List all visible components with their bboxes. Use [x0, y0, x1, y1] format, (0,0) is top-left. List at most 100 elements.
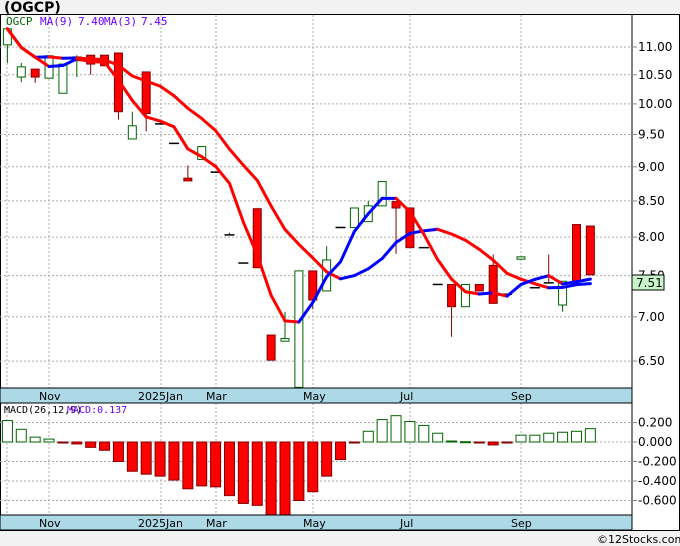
macd-bar — [265, 441, 277, 516]
macd-bar — [112, 441, 124, 462]
candle-body — [127, 125, 137, 140]
macd-bar — [29, 436, 41, 443]
legend-ma3-label: MA(3) — [104, 15, 137, 28]
macd-tick-label: 0.000 — [638, 435, 672, 449]
macd-bar — [321, 441, 333, 477]
candle — [585, 225, 595, 276]
ma9-segment — [422, 227, 440, 233]
legend-ma3-value: 7.45 — [141, 15, 168, 28]
macd-bar — [432, 432, 444, 443]
y-tick-label: 7.00 — [638, 310, 665, 324]
y-tick-label: 10.00 — [638, 97, 672, 111]
copyright: ©12Stocks.com — [597, 533, 680, 546]
y-tick-label: 9.00 — [638, 160, 665, 174]
legend-price: OGCP MA(9) 7.40 MA(3) 7.45 — [6, 15, 168, 28]
candle-body — [141, 71, 151, 115]
macd-bar — [418, 424, 430, 443]
x-tick-label-top: Mar — [206, 390, 227, 403]
macd-bar — [182, 441, 194, 490]
macd-bar — [459, 441, 471, 444]
x-tick-label-bottom: Mar — [206, 517, 227, 530]
macd-tick-label: -0.200 — [638, 455, 677, 469]
ma9-segment — [47, 55, 65, 60]
candle — [571, 224, 581, 282]
macd-bar — [487, 441, 499, 446]
macd-bar — [293, 441, 305, 501]
legend-ma9-label: MA(9) — [40, 15, 73, 28]
ma9-segment — [574, 282, 592, 287]
macd-bar — [335, 441, 347, 461]
macd-bar — [57, 441, 69, 444]
legend-symbol: OGCP — [6, 15, 33, 28]
x-tick-label-bottom: May — [303, 517, 326, 530]
last-price-tag: 7.51 — [631, 274, 665, 291]
x-tick-label-bottom: 2025Jan — [138, 517, 183, 530]
macd-bar — [210, 441, 222, 488]
macd-bar — [237, 441, 249, 504]
candle-body — [447, 283, 457, 308]
ma3-segment — [89, 60, 107, 64]
ma3-segment — [477, 291, 495, 296]
x-tick-label-top: Sep — [511, 390, 532, 403]
candle — [266, 334, 276, 361]
macd-bar — [501, 441, 513, 444]
y-tick-label: 8.00 — [638, 230, 665, 244]
macd-bar — [446, 440, 458, 443]
candle-body — [183, 177, 193, 182]
macd-bar — [557, 431, 569, 443]
candle — [349, 207, 359, 228]
candle — [58, 63, 68, 94]
macd-bar — [362, 430, 374, 443]
macd-bar — [543, 432, 555, 443]
ma9-segment — [89, 57, 107, 62]
candle-body — [30, 68, 40, 78]
candle-body — [474, 283, 484, 292]
macd-bar — [529, 434, 541, 443]
candle-body — [294, 270, 304, 388]
macd-bar — [404, 421, 416, 443]
candle-body — [571, 224, 581, 282]
macd-bar — [348, 441, 360, 444]
candle-body — [349, 207, 359, 228]
y-tick-label: 6.50 — [638, 354, 665, 368]
legend-ma9-value: 7.40 — [78, 15, 105, 28]
macd-bar — [473, 441, 485, 444]
ma3-segment — [283, 319, 301, 324]
x-tick-label-top: May — [303, 390, 326, 403]
macd-bar — [223, 441, 235, 497]
ma3-segment — [561, 280, 578, 286]
candle-body — [16, 66, 26, 78]
macd-bar — [99, 441, 111, 451]
candle-body — [488, 264, 498, 304]
macd-bar — [196, 441, 208, 487]
x-tick-label-bottom: Nov — [39, 517, 61, 530]
macd-bar — [376, 419, 388, 443]
macd-tick-label: 0.200 — [638, 416, 672, 430]
macd-tick-label: -0.400 — [638, 474, 677, 488]
macd-bar — [1, 420, 13, 443]
x-tick-label-bottom: Sep — [511, 517, 532, 530]
candle-body — [280, 338, 290, 342]
candle-body — [516, 256, 526, 260]
x-tick-label-bottom: Jul — [399, 517, 413, 530]
macd-bar — [126, 441, 138, 472]
legend-macd: MACD(26,12,9) MACD:0.137 — [4, 405, 127, 416]
y-tick-label: 11.00 — [638, 40, 672, 54]
x-tick-label-top: 2025Jan — [138, 390, 183, 403]
macd-tick-label: -0.600 — [638, 494, 677, 508]
y-tick-label: 9.50 — [638, 128, 665, 142]
macd-bar — [15, 428, 27, 443]
candle-body — [585, 225, 595, 276]
last-price-value: 7.51 — [636, 276, 663, 290]
macd-bar — [390, 415, 402, 443]
candle — [474, 283, 484, 292]
macd-bar — [251, 441, 263, 506]
macd-bar — [279, 441, 291, 516]
candle-body — [266, 334, 276, 361]
ma3-segment — [47, 64, 65, 68]
y-tick-label: 8.50 — [638, 194, 665, 208]
macd-bar — [85, 441, 97, 448]
y-tick-label: 10.50 — [638, 68, 672, 82]
macd-bar — [43, 438, 55, 443]
candle-body — [58, 63, 68, 94]
